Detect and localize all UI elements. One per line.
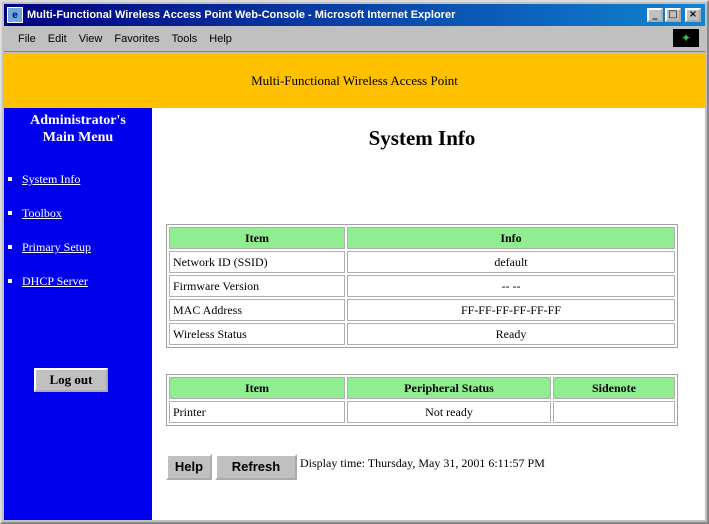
sidebar-item-dhcp-server: DHCP Server [4,264,152,298]
row-label-printer: Printer [169,401,345,423]
window-title: Multi-Functional Wireless Access Point W… [27,9,456,21]
logout-button[interactable]: Log out [34,368,108,392]
column-header-item: Item [169,377,345,399]
help-button[interactable]: Help [166,454,212,480]
windows-logo-icon: ✦ [673,29,699,47]
table-row: Wireless Status Ready [169,323,675,345]
table-header-row: Item Info [169,227,675,249]
system-info-table: Item Info Network ID (SSID) default Firm… [166,224,678,348]
menu-help[interactable]: Help [203,33,238,45]
banner-text: Multi-Functional Wireless Access Point [251,73,458,88]
bullet-icon [8,177,12,181]
primary-setup-link[interactable]: Primary Setup [22,230,91,264]
row-value-wireless-status: Ready [347,323,675,345]
sidebar-item-toolbox: Toolbox [4,196,152,230]
toolbox-link[interactable]: Toolbox [22,196,62,230]
peripheral-status-table: Item Peripheral Status Sidenote Printer … [166,374,678,426]
sidebar-menu: System Info Toolbox Primary Setup DHCP S… [4,162,152,298]
row-label-mac: MAC Address [169,299,345,321]
dhcp-server-link[interactable]: DHCP Server [22,264,88,298]
row-value-ssid: default [347,251,675,273]
column-header-sidenote: Sidenote [553,377,675,399]
row-label-wireless-status: Wireless Status [169,323,345,345]
table-row: Printer Not ready [169,401,675,423]
table-row: MAC Address FF-FF-FF-FF-FF-FF [169,299,675,321]
menu-favorites[interactable]: Favorites [108,33,165,45]
page-viewport: Multi-Functional Wireless Access Point A… [4,54,705,520]
row-label-firmware: Firmware Version [169,275,345,297]
menu-edit[interactable]: Edit [42,33,73,45]
table-header-row: Item Peripheral Status Sidenote [169,377,675,399]
menu-file[interactable]: File [4,33,42,45]
row-label-ssid: Network ID (SSID) [169,251,345,273]
sidebar-title: Administrator's Main Menu [4,112,152,146]
refresh-button[interactable]: Refresh [215,454,297,480]
close-button[interactable]: × [685,8,701,22]
title-bar[interactable]: e Multi-Functional Wireless Access Point… [4,4,705,26]
bullet-icon [8,279,12,283]
page-title: System Info [368,126,476,150]
sidebar-title-line1: Administrator's [30,113,126,128]
sidebar-title-line2: Main Menu [42,130,114,145]
row-value-mac: FF-FF-FF-FF-FF-FF [347,299,675,321]
minimize-button[interactable]: _ [647,8,663,22]
system-info-link[interactable]: System Info [22,162,80,196]
menu-tools[interactable]: Tools [166,33,204,45]
bullet-icon [8,211,12,215]
page-banner: Multi-Functional Wireless Access Point [4,54,705,108]
sidebar-item-primary-setup: Primary Setup [4,230,152,264]
sidebar-item-system-info: System Info [4,162,152,196]
table-row: Network ID (SSID) default [169,251,675,273]
menu-view[interactable]: View [73,33,109,45]
table-row: Firmware Version -- -- [169,275,675,297]
main-content: System Info Item Info Network ID (SSID) … [152,108,705,520]
bullet-icon [8,245,12,249]
column-header-info: Info [347,227,675,249]
row-value-firmware: -- -- [347,275,675,297]
browser-window: e Multi-Functional Wireless Access Point… [0,0,709,524]
column-header-item: Item [169,227,345,249]
menu-bar: File Edit View Favorites Tools Help ✦ [4,27,705,52]
column-header-peripheral-status: Peripheral Status [347,377,551,399]
row-value-printer-sidenote [553,401,675,423]
ie-page-icon: e [7,7,23,23]
display-time: Display time: Thursday, May 31, 2001 6:1… [300,456,545,470]
sidebar: Administrator's Main Menu System Info To… [4,108,152,520]
row-value-printer-status: Not ready [347,401,551,423]
maximize-button[interactable]: □ [665,8,681,22]
